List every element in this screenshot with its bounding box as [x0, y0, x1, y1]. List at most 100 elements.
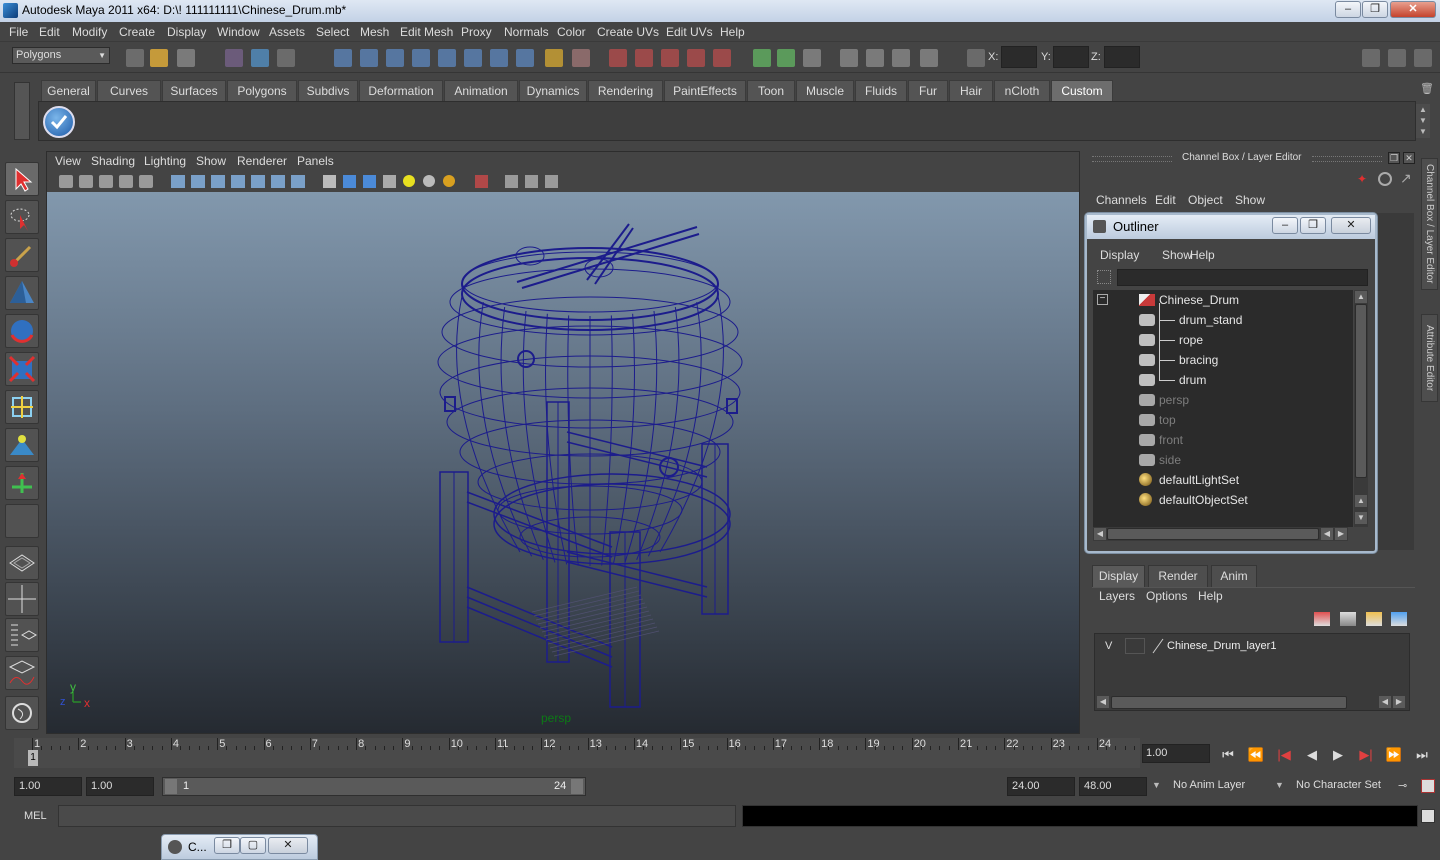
- step-forward-key-button[interactable]: ⏩: [1384, 746, 1404, 764]
- layer-scroll-thumb[interactable]: [1111, 696, 1347, 709]
- float-panel-button[interactable]: ❐: [1388, 152, 1400, 164]
- cb-show-menu[interactable]: Show: [1235, 193, 1265, 207]
- cb-edit-menu[interactable]: Edit: [1155, 193, 1176, 207]
- select-component-icon[interactable]: [277, 49, 295, 67]
- tab-fluids[interactable]: Fluids: [855, 80, 907, 101]
- layout-panel-icon[interactable]: [803, 49, 821, 67]
- menu-edit-uvs[interactable]: Edit UVs: [666, 25, 713, 39]
- soft-mod-tool-icon[interactable]: [5, 428, 39, 462]
- snap-live-icon[interactable]: [464, 49, 482, 67]
- snap-point-icon[interactable]: [386, 49, 404, 67]
- move-layer-down-icon[interactable]: [1340, 612, 1356, 626]
- outliner-item[interactable]: rope: [1093, 330, 1353, 350]
- menu-set-dropdown[interactable]: Polygons: [12, 47, 110, 64]
- layout-persp-graph-icon[interactable]: [5, 656, 39, 690]
- layout-four-view-icon[interactable]: [5, 582, 39, 616]
- viewport-menu-view[interactable]: View: [55, 154, 81, 168]
- current-frame-marker[interactable]: 1: [28, 750, 38, 766]
- range-start-handle[interactable]: [165, 779, 177, 794]
- object-menu[interactable]: Object: [1188, 193, 1223, 207]
- horizontal-scroll-thumb[interactable]: [1107, 528, 1319, 540]
- layout-quad-icon[interactable]: [777, 49, 795, 67]
- tab-deformation[interactable]: Deformation: [359, 80, 443, 101]
- outliner-maximize-button[interactable]: ❐: [1300, 217, 1326, 234]
- menu-mesh[interactable]: Mesh: [360, 25, 389, 39]
- layer-visibility-toggle[interactable]: V: [1105, 640, 1112, 652]
- animation-start-field[interactable]: 1.00: [14, 777, 82, 796]
- shelf-trash-icon[interactable]: 🗑: [1420, 82, 1434, 96]
- ipr-render-icon[interactable]: [635, 49, 653, 67]
- viewport-menu-shading[interactable]: Shading: [91, 154, 135, 168]
- manip-icon[interactable]: ✦: [1357, 172, 1371, 186]
- universal-manip-icon[interactable]: [5, 390, 39, 424]
- minimized-maximize-button[interactable]: ▢: [240, 837, 266, 854]
- outliner-item[interactable]: bracing: [1093, 350, 1353, 370]
- tab-dynamics[interactable]: Dynamics: [519, 80, 587, 101]
- scroll-right-arrow[interactable]: ▶: [1335, 528, 1347, 540]
- new-layer-icon[interactable]: [1366, 612, 1382, 626]
- step-back-key-button[interactable]: ⏪: [1246, 746, 1266, 764]
- minimized-restore-button[interactable]: ❐: [214, 837, 240, 854]
- scale-tool-icon[interactable]: [5, 352, 39, 386]
- play-forwards-button[interactable]: ▶: [1328, 746, 1348, 764]
- y-coord-field[interactable]: [1053, 46, 1089, 68]
- snap-grid-icon[interactable]: [334, 49, 352, 67]
- show-manipulator-icon[interactable]: [5, 466, 39, 500]
- save-scene-icon[interactable]: [177, 49, 195, 67]
- range-end-handle[interactable]: [571, 779, 583, 794]
- tab-animation[interactable]: Animation: [444, 80, 518, 101]
- menu-normals[interactable]: Normals: [504, 25, 549, 39]
- layers-menu[interactable]: Layers: [1099, 589, 1135, 603]
- layer-scroll-left[interactable]: ◀: [1097, 696, 1109, 708]
- outliner-layout-icon[interactable]: [920, 49, 938, 67]
- outliner-horizontal-scrollbar[interactable]: ◀ ◀ ▶: [1093, 527, 1348, 541]
- mel-label[interactable]: MEL: [24, 810, 47, 822]
- snap-plane-icon[interactable]: [412, 49, 430, 67]
- tab-hair[interactable]: Hair: [949, 80, 993, 101]
- layout-hypershade-icon[interactable]: [5, 696, 39, 730]
- outliner-menu-display[interactable]: Display: [1100, 248, 1139, 262]
- absolute-transform-icon[interactable]: [967, 49, 985, 67]
- outliner-item[interactable]: defaultObjectSet: [1093, 490, 1353, 510]
- new-layer-selected-icon[interactable]: [1391, 612, 1407, 626]
- viewport-menu-lighting[interactable]: Lighting: [144, 154, 186, 168]
- tool-settings-toggle-icon[interactable]: [1414, 49, 1432, 67]
- select-tool-icon[interactable]: [5, 162, 39, 196]
- menu-create-uvs[interactable]: Create UVs: [597, 25, 659, 39]
- layer-tab-anim[interactable]: Anim: [1211, 565, 1257, 587]
- tab-custom[interactable]: Custom: [1051, 80, 1113, 101]
- tab-toon[interactable]: Toon: [747, 80, 795, 101]
- scroll-up-arrow-lower[interactable]: ▲: [1355, 495, 1367, 507]
- tab-muscle[interactable]: Muscle: [796, 80, 854, 101]
- layer-playback-toggle[interactable]: [1125, 638, 1145, 654]
- outliner-item[interactable]: drum_stand: [1093, 310, 1353, 330]
- tab-polygons[interactable]: Polygons: [227, 80, 297, 101]
- tab-rendering[interactable]: Rendering: [588, 80, 663, 101]
- outliner-menu-help[interactable]: Help: [1190, 248, 1215, 262]
- animation-end-field[interactable]: 48.00: [1079, 777, 1147, 796]
- tab-painteffects[interactable]: PaintEffects: [664, 80, 746, 101]
- layout-persp-icon[interactable]: [5, 546, 39, 580]
- speed-icon[interactable]: [1378, 172, 1392, 186]
- play-backwards-button[interactable]: ◀: [1302, 746, 1322, 764]
- collapse-toggle-icon[interactable]: −: [1097, 294, 1108, 305]
- menu-display[interactable]: Display: [167, 25, 206, 39]
- vertical-scroll-thumb[interactable]: [1355, 304, 1367, 478]
- attribute-editor-toggle-icon[interactable]: [1388, 49, 1406, 67]
- menu-color[interactable]: Color: [557, 25, 586, 39]
- layer-help-menu[interactable]: Help: [1198, 589, 1223, 603]
- shelf-scroll-arrows[interactable]: ▲ ▼ ▼: [1416, 104, 1430, 138]
- tab-general[interactable]: General: [41, 80, 96, 101]
- layer-tab-display[interactable]: Display: [1092, 565, 1145, 587]
- go-to-start-button[interactable]: ⏮: [1218, 746, 1238, 764]
- outliner-item[interactable]: top: [1093, 410, 1353, 430]
- move-tool-icon[interactable]: [5, 276, 39, 310]
- menu-create[interactable]: Create: [119, 25, 155, 39]
- move-layer-up-icon[interactable]: [1314, 612, 1330, 626]
- graph-editor-icon[interactable]: [840, 49, 858, 67]
- auto-key-icon[interactable]: ⊸: [1398, 779, 1407, 792]
- outliner-search-field[interactable]: [1117, 269, 1368, 286]
- scroll-down-arrow[interactable]: ▼: [1355, 512, 1367, 524]
- rotate-tool-icon[interactable]: [5, 314, 39, 348]
- menu-select[interactable]: Select: [316, 25, 349, 39]
